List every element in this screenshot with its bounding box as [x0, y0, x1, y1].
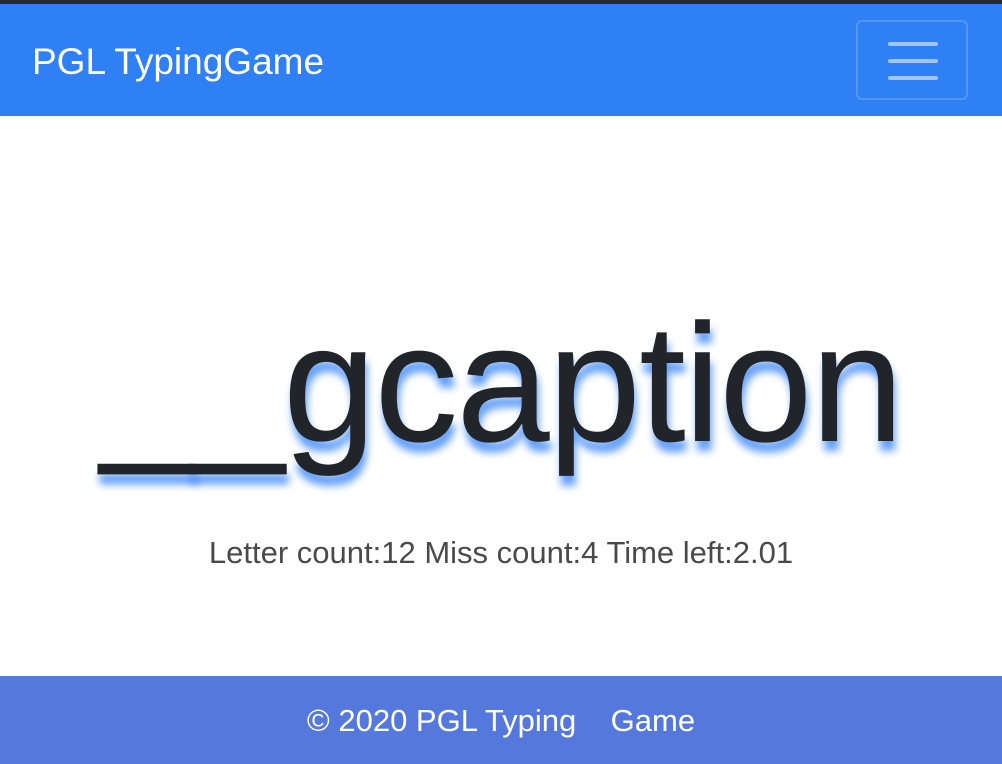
footer: © 2020 PGL Typing Game: [0, 676, 1002, 764]
navbar-toggler-button[interactable]: [856, 20, 968, 100]
time-left-label: Time left:: [606, 535, 733, 570]
letter-count-label: Letter count:: [208, 535, 382, 570]
letter-count-value: 12: [381, 535, 416, 570]
time-left-value: 2.01: [732, 535, 794, 570]
game-area: __gcaption Letter count:12 Miss count:4 …: [0, 116, 1002, 676]
footer-copyright: © 2020 PGL Typing Game: [306, 703, 696, 738]
miss-count-value: 4: [581, 535, 599, 570]
game-stats: Letter count:12 Miss count:4 Time left:2…: [0, 534, 1002, 572]
target-word: __gcaption: [99, 289, 904, 477]
navbar: PGL TypingGame: [0, 4, 1002, 116]
hamburger-menu-icon: [888, 42, 938, 80]
miss-count-label: Miss count:: [424, 535, 582, 570]
navbar-brand[interactable]: PGL TypingGame: [32, 40, 324, 84]
